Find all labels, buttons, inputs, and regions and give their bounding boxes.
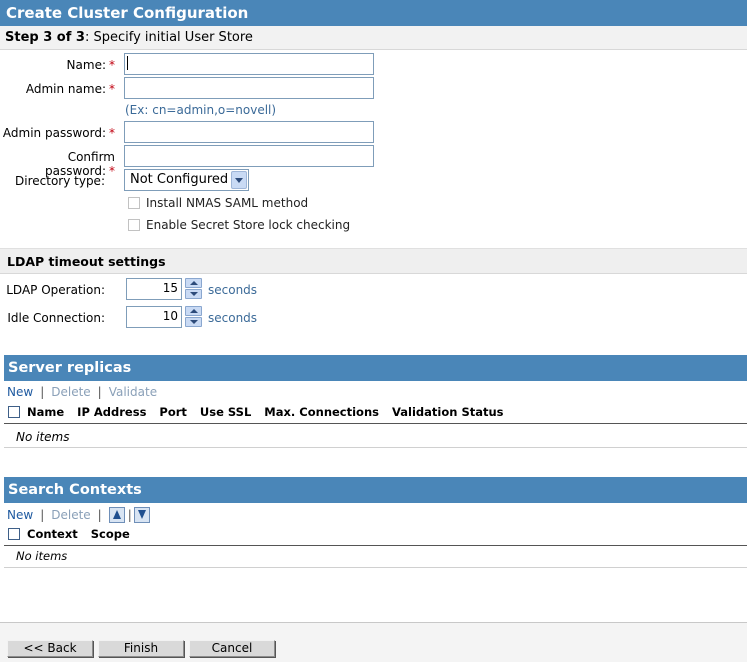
column-header-context[interactable]: Context [27, 527, 78, 541]
column-header-max-connections[interactable]: Max. Connections [264, 405, 379, 419]
idle-connection-input[interactable]: 10 [126, 306, 182, 328]
page-title-bar: Create Cluster Configuration [0, 0, 747, 26]
secret-store-checkbox-row[interactable]: Enable Secret Store lock checking [128, 218, 350, 232]
replicas-validate-link[interactable]: Validate [109, 385, 157, 399]
directory-type-label: Directory type: [15, 174, 105, 188]
move-down-icon[interactable] [133, 507, 150, 523]
ldap-operation-label: LDAP Operation: [6, 283, 105, 297]
search-contexts-title: Search Contexts [8, 482, 142, 498]
server-replicas-title: Server replicas [8, 360, 132, 376]
column-header-use-ssl[interactable]: Use SSL [200, 405, 251, 419]
column-header-scope[interactable]: Scope [91, 527, 130, 541]
column-header-port[interactable]: Port [159, 405, 187, 419]
server-replicas-title-bar: Server replicas [4, 355, 747, 381]
replicas-select-all-checkbox[interactable] [8, 406, 20, 418]
ldap-operation-spinner[interactable] [185, 278, 202, 300]
ldap-operation-unit: seconds [208, 283, 258, 297]
move-up-icon[interactable] [108, 507, 125, 523]
step-indicator: Step 3 of 3: Specify initial User Store [0, 26, 747, 50]
search-contexts-title-bar: Search Contexts [4, 477, 747, 503]
idle-connection-unit: seconds [208, 311, 258, 325]
separator: | [40, 508, 45, 522]
page-title: Create Cluster Configuration [6, 4, 249, 22]
column-header-name[interactable]: Name [27, 405, 64, 419]
table-divider [4, 447, 747, 448]
contexts-table-header: Context Scope [8, 527, 143, 541]
replicas-empty-text: No items [16, 430, 70, 444]
name-input[interactable] [124, 53, 374, 75]
replicas-delete-link[interactable]: Delete [51, 385, 90, 399]
admin-name-input[interactable] [124, 77, 374, 99]
separator: | [97, 508, 102, 522]
separator: | [40, 385, 45, 399]
contexts-new-link[interactable]: New [7, 508, 33, 522]
required-marker: * [109, 58, 115, 72]
contexts-empty-text: No items [16, 549, 68, 563]
confirm-password-input[interactable] [124, 145, 374, 167]
step-number: Step 3 of 3 [5, 30, 85, 45]
idle-connection-spinner[interactable] [185, 306, 202, 328]
required-marker: * [109, 126, 115, 140]
chevron-down-icon[interactable] [231, 171, 247, 189]
separator: | [97, 385, 102, 399]
name-label: Name: * [66, 58, 115, 72]
separator: | [127, 508, 132, 522]
ldap-operation-input[interactable]: 15 [126, 278, 182, 300]
table-divider [4, 545, 747, 546]
text-cursor [127, 56, 128, 70]
replicas-new-link[interactable]: New [7, 385, 33, 399]
ldap-section-title: LDAP timeout settings [0, 248, 747, 274]
replicas-table-header: Name IP Address Port Use SSL Max. Connection… [8, 405, 517, 419]
replicas-toolbar: New | Delete | Validate [7, 385, 157, 399]
install-nmas-label: Install NMAS SAML method [146, 196, 309, 210]
cancel-button[interactable]: Cancel [189, 640, 275, 657]
admin-password-label: Admin password: * [2, 126, 115, 140]
directory-type-select[interactable]: Not Configured [124, 169, 249, 191]
table-divider [4, 423, 747, 424]
spin-down-icon[interactable] [185, 317, 202, 327]
step-description: : Specify initial User Store [84, 30, 253, 45]
install-nmas-checkbox-row[interactable]: Install NMAS SAML method [128, 196, 308, 210]
secret-store-checkbox[interactable] [128, 219, 140, 231]
finish-button[interactable]: Finish [98, 640, 184, 657]
column-header-ip-address[interactable]: IP Address [77, 405, 146, 419]
column-header-validation-status[interactable]: Validation Status [392, 405, 504, 419]
secret-store-label: Enable Secret Store lock checking [146, 218, 351, 232]
spin-up-icon[interactable] [185, 278, 202, 288]
spin-down-icon[interactable] [185, 289, 202, 299]
install-nmas-checkbox[interactable] [128, 197, 140, 209]
required-marker: * [109, 82, 115, 96]
spin-up-icon[interactable] [185, 306, 202, 316]
idle-connection-label: Idle Connection: [7, 311, 105, 325]
admin-name-hint: (Ex: cn=admin,o=novell) [125, 103, 277, 117]
contexts-select-all-checkbox[interactable] [8, 528, 20, 540]
contexts-toolbar: New | Delete | | [7, 507, 153, 523]
table-divider [4, 567, 747, 568]
required-marker: * [109, 164, 115, 178]
directory-type-value: Not Configured [130, 172, 229, 187]
contexts-delete-link[interactable]: Delete [51, 508, 90, 522]
admin-password-input[interactable] [124, 121, 374, 143]
back-button[interactable]: << Back [7, 640, 93, 657]
admin-name-label: Admin name: * [25, 82, 115, 96]
